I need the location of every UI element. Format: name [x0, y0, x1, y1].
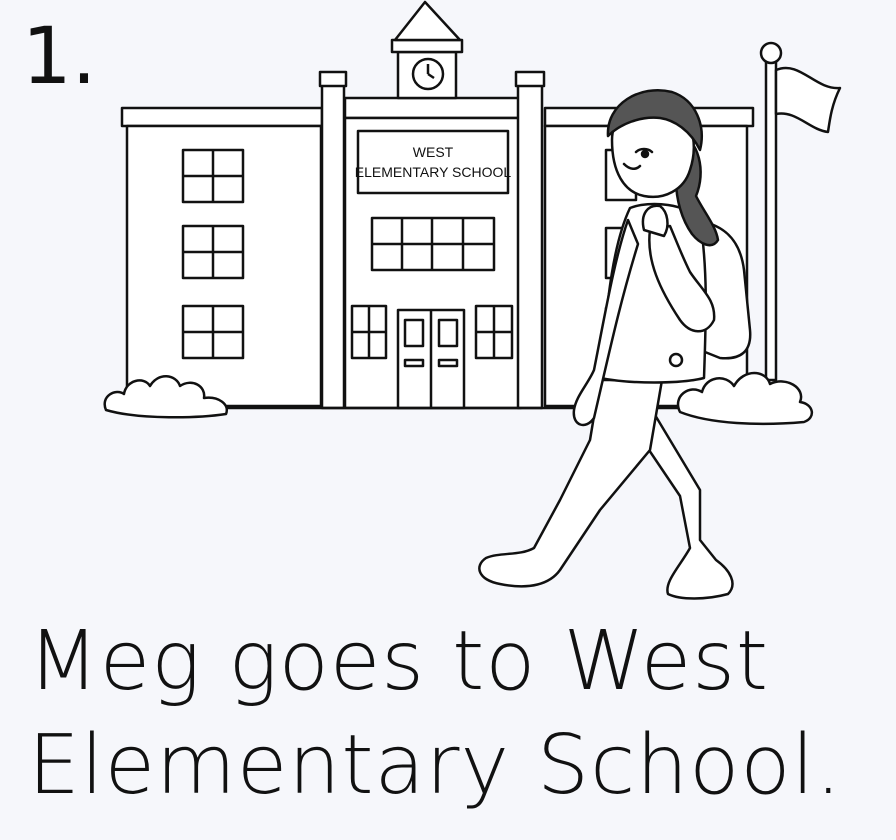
school-sign [356, 129, 510, 195]
caption-line-1: Meg goes to West [28, 614, 770, 709]
window [181, 224, 245, 280]
sign-text-line2: ELEMENTARY SCHOOL [355, 164, 512, 180]
window [474, 304, 514, 360]
window [181, 148, 245, 204]
clock-icon [411, 57, 445, 91]
sign-text-line1: WEST [413, 144, 454, 160]
window [181, 304, 245, 360]
flag-icon [759, 41, 842, 382]
window [370, 216, 496, 272]
school-door [396, 308, 466, 410]
window [350, 304, 388, 360]
illustration: WEST ELEMENTARY SCHOOL [103, 0, 842, 600]
caption: Meg goes to West Elementary School. [28, 610, 888, 818]
caption-line-2: Elementary School. [28, 718, 843, 813]
